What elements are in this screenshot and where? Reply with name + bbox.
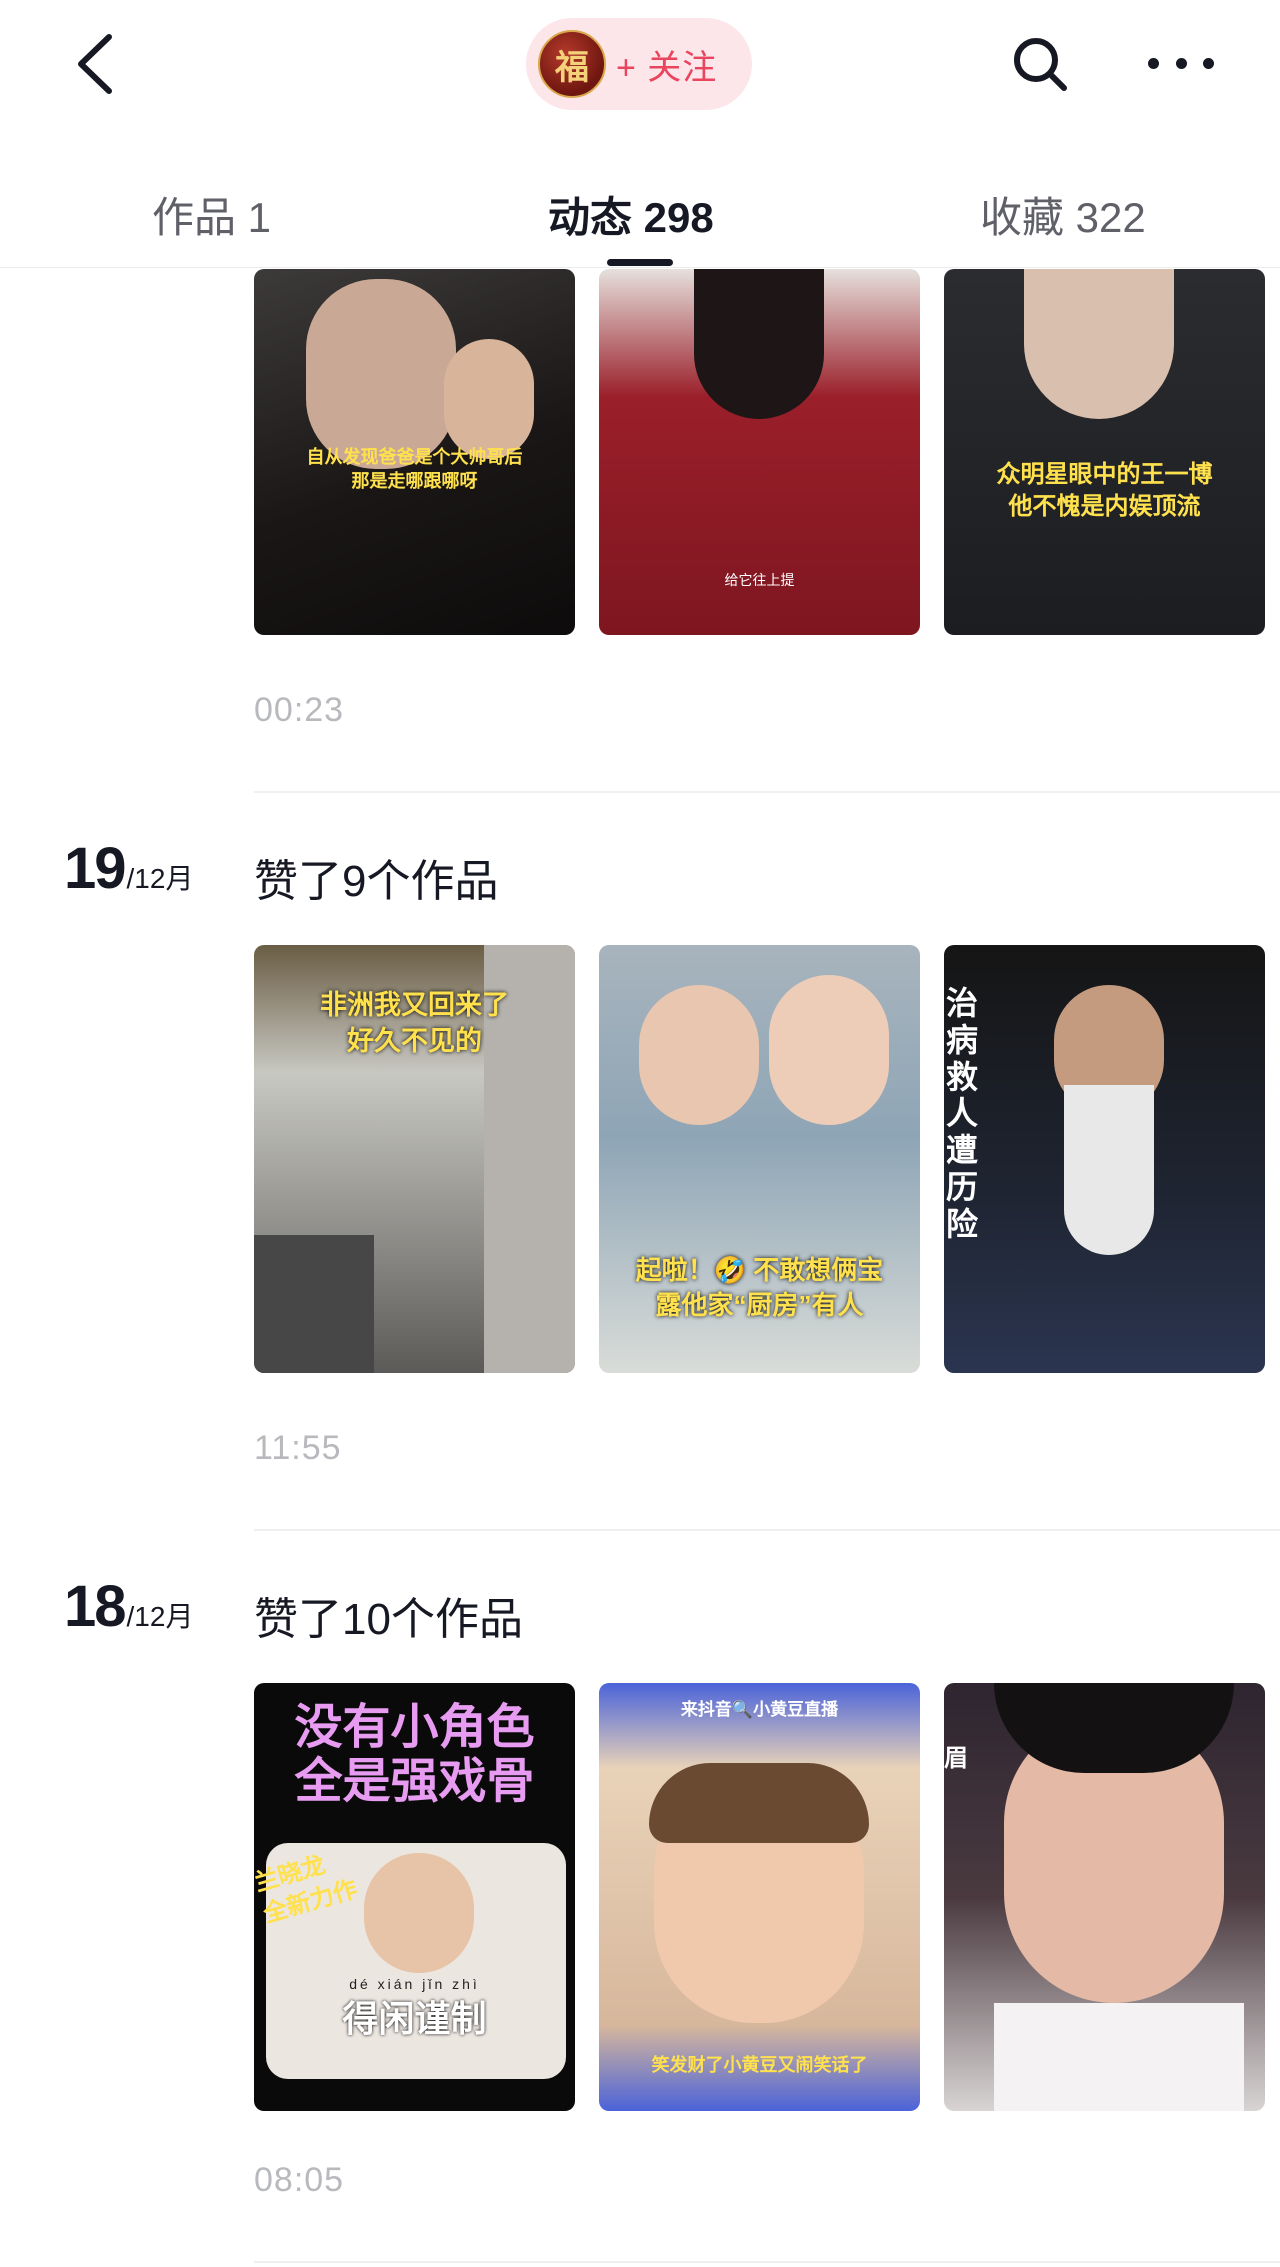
feed-section: 19/12月 赞了9个作品 非洲我又回来了 好久不见的 起啦！🤣 不敢想俩宝 露他家… — [0, 835, 1280, 1535]
active-tab-indicator — [607, 259, 673, 266]
section-title: 赞了10个作品 — [254, 1595, 523, 1644]
profile-tabs: 作品 1 动态 298 收藏 322 — [0, 160, 1280, 268]
tab-favorites[interactable]: 收藏 322 — [980, 184, 1146, 245]
video-thumbnail[interactable]: 治病救人遭历险 — [944, 945, 1265, 1373]
timestamp: 08:05 — [254, 2161, 345, 2199]
thumbnail-caption: 非洲我又回来了 好久不见的 — [320, 990, 509, 1057]
video-thumbnail[interactable]: 自从发现爸爸是个大帅哥后 那是走哪跟哪呀 — [254, 269, 575, 635]
activity-feed: 自从发现爸爸是个大帅哥后 那是走哪跟哪呀 给它往上提 众明星眼中的王一博 他不愧是内… — [0, 269, 1280, 2267]
section-title: 赞了9个作品 — [254, 857, 499, 906]
video-thumbnail[interactable]: 众明星眼中的王一博 他不愧是内娱顶流 — [944, 269, 1265, 635]
thumbnail-bottom-caption: 得闲谨制 — [342, 1998, 487, 2039]
thumbnail-caption: 没有小角色 全是强戏骨 — [294, 1701, 535, 1808]
thumbnail-row: 非洲我又回来了 好久不见的 起啦！🤣 不敢想俩宝 露他家“厨房”有人 治病救人遭历险 — [254, 945, 1280, 1373]
video-thumbnail[interactable]: 眉 — [944, 1683, 1265, 2111]
tab-activity[interactable]: 动态 298 — [548, 184, 714, 245]
divider — [254, 2261, 1280, 2263]
top-bar: 福 + 关注 作品 1 动态 298 收藏 322 — [0, 0, 1280, 268]
chevron-left-icon — [78, 34, 112, 94]
search-icon[interactable] — [1010, 34, 1070, 94]
feed-section: 自从发现爸爸是个大帅哥后 那是走哪跟哪呀 给它往上提 众明星眼中的王一博 他不愧是内… — [0, 269, 1280, 793]
feed-section: 18/12月 赞了10个作品 没有小角色 全是强戏骨 兰晓龙 全新力作 dé xiá… — [0, 1573, 1280, 2267]
thumbnail-row: 没有小角色 全是强戏骨 兰晓龙 全新力作 dé xián jǐn zhì 得闲谨制 … — [254, 1683, 1280, 2111]
thumbnail-caption: 给它往上提 — [724, 572, 795, 588]
avatar[interactable]: 福 — [538, 30, 606, 98]
dot — [1175, 57, 1187, 69]
divider — [254, 1529, 1280, 1531]
date-month: /12月 — [126, 1601, 194, 1632]
date-day: 19 — [64, 836, 126, 901]
thumbnail-bottom-caption: 笑发财了小黄豆又闹笑话了 — [651, 2055, 868, 2075]
follow-label: + 关注 — [616, 48, 718, 87]
follow-button[interactable]: 福 + 关注 — [526, 18, 752, 110]
thumbnail-caption: 自从发现爸爸是个大帅哥后 那是走哪跟哪呀 — [306, 447, 523, 492]
video-thumbnail[interactable]: 没有小角色 全是强戏骨 兰晓龙 全新力作 dé xián jǐn zhì 得闲谨制 — [254, 1683, 575, 2111]
video-thumbnail[interactable]: 非洲我又回来了 好久不见的 — [254, 945, 575, 1373]
tab-works[interactable]: 作品 1 — [152, 184, 271, 245]
more-dots-icon[interactable] — [1148, 40, 1214, 86]
thumbnail-caption: 众明星眼中的王一博 他不愧是内娱顶流 — [996, 461, 1213, 521]
back-button[interactable] — [62, 26, 128, 102]
thumbnail-caption: 治病救人遭历险 — [946, 985, 979, 1242]
date-month: /12月 — [126, 863, 194, 894]
thumbnail-caption: 眉 — [944, 1745, 968, 1772]
timestamp: 00:23 — [254, 691, 345, 729]
date-day: 18 — [64, 1574, 126, 1639]
divider — [254, 791, 1280, 793]
thumbnail-caption: 起啦！🤣 不敢想俩宝 露他家“厨房”有人 — [635, 1255, 884, 1321]
date-label: 19/12月 — [64, 835, 193, 902]
dot — [1203, 57, 1214, 69]
pinyin-text: dé xián jǐn zhì — [349, 1976, 480, 1992]
dot — [1148, 57, 1159, 69]
video-thumbnail[interactable]: 起啦！🤣 不敢想俩宝 露他家“厨房”有人 — [599, 945, 920, 1373]
thumbnail-caption: 来抖音🔍小黄豆直播 — [680, 1700, 839, 1719]
timestamp: 11:55 — [254, 1429, 342, 1467]
date-label: 18/12月 — [64, 1573, 193, 1640]
video-thumbnail[interactable]: 给它往上提 — [599, 269, 920, 635]
thumbnail-row: 自从发现爸爸是个大帅哥后 那是走哪跟哪呀 给它往上提 众明星眼中的王一博 他不愧是内… — [254, 269, 1280, 635]
video-thumbnail[interactable]: 来抖音🔍小黄豆直播 笑发财了小黄豆又闹笑话了 — [599, 1683, 920, 2111]
